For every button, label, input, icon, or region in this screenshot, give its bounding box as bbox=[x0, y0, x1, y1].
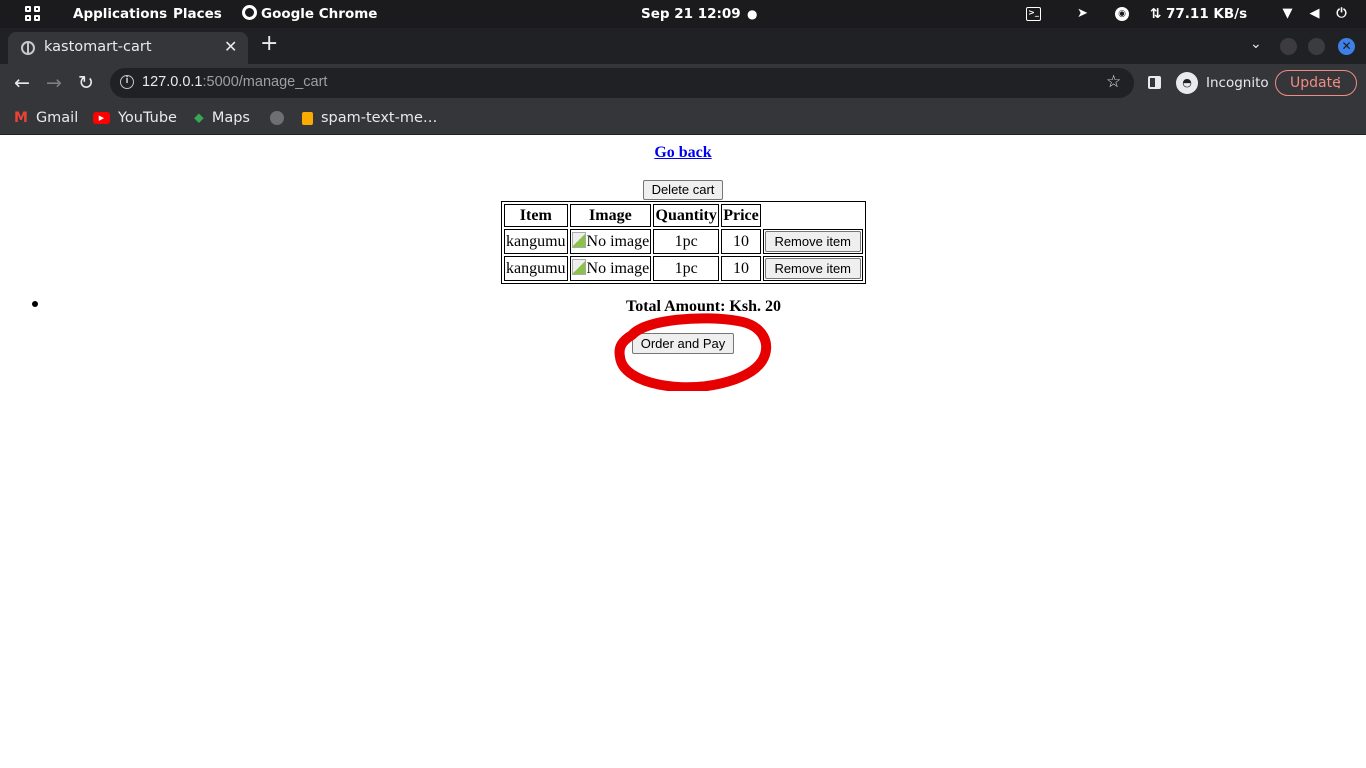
url-host: 127.0.0.1 bbox=[142, 74, 203, 90]
tab-close-icon[interactable]: ✕ bbox=[224, 37, 237, 56]
header-item: Item bbox=[504, 204, 568, 227]
remove-item-button[interactable]: Remove item bbox=[764, 231, 861, 252]
page-content: Go back Delete cart Item Image Quantity … bbox=[0, 136, 1366, 768]
cell-image: No image bbox=[569, 229, 652, 254]
clock[interactable]: Sep 21 12:09 bbox=[641, 0, 741, 28]
globe-icon bbox=[21, 41, 35, 55]
tab-title: kastomart-cart bbox=[44, 39, 152, 55]
bookmark-blank[interactable] bbox=[270, 108, 292, 128]
incognito-icon: ◓ bbox=[1176, 72, 1198, 94]
cell-item: kangumu bbox=[504, 229, 568, 254]
broken-image: No image bbox=[572, 232, 650, 251]
forward-arrow-icon[interactable]: → bbox=[43, 72, 65, 94]
telegram-icon[interactable]: ➤ bbox=[1075, 7, 1090, 21]
incognito-label: Incognito bbox=[1206, 75, 1269, 91]
go-back-heading: Go back bbox=[0, 144, 1366, 162]
active-app-label: Google Chrome bbox=[261, 6, 378, 22]
delete-cart-button[interactable]: Delete cart bbox=[643, 180, 723, 200]
power-icon[interactable]: ⏻ bbox=[1334, 7, 1349, 21]
cell-item: kangumu bbox=[504, 256, 568, 281]
bookmarks-bar: M Gmail ▶ YouTube ⬥ Maps spam-text-me… bbox=[0, 102, 1366, 135]
wifi-icon[interactable]: ▼ bbox=[1280, 7, 1295, 21]
bookmark-star-icon[interactable]: ☆ bbox=[1106, 72, 1121, 92]
total-amount: Total Amount: Ksh. 20 bbox=[626, 298, 781, 315]
cart-table: Item Image Quantity Price kangumu No ima… bbox=[501, 201, 866, 284]
url-path: :5000/manage_cart bbox=[202, 74, 328, 90]
places-menu[interactable]: Places bbox=[173, 0, 222, 28]
tab-strip: kastomart-cart ✕ ⌄ ✕ bbox=[0, 28, 1366, 64]
bookmark-icon bbox=[302, 111, 313, 125]
header-price: Price bbox=[721, 204, 761, 227]
applications-menu[interactable]: Applications bbox=[73, 0, 167, 28]
header-empty bbox=[763, 204, 863, 227]
bookmark-maps[interactable]: ⬥ Maps bbox=[194, 108, 250, 128]
gmail-icon: M bbox=[14, 110, 28, 126]
back-arrow-icon[interactable]: ← bbox=[11, 72, 33, 94]
header-image: Image bbox=[569, 204, 652, 227]
reload-icon[interactable]: ↻ bbox=[75, 72, 97, 94]
system-top-bar: Applications Places Google Chrome Sep 21… bbox=[0, 0, 1366, 28]
notification-dot-icon: ● bbox=[747, 7, 758, 21]
cell-action: Remove item bbox=[762, 229, 863, 254]
go-back-link[interactable]: Go back bbox=[654, 144, 711, 161]
list-bullet bbox=[32, 301, 38, 307]
table-row: kangumu No image 1pc 10 Remove item bbox=[504, 229, 863, 254]
volume-icon[interactable]: ◀ bbox=[1307, 7, 1322, 21]
globe-icon bbox=[270, 111, 284, 125]
bookmark-gmail[interactable]: M Gmail bbox=[14, 108, 78, 128]
broken-image: No image bbox=[572, 259, 650, 278]
side-panel-icon[interactable] bbox=[1148, 76, 1161, 89]
header-quantity: Quantity bbox=[653, 204, 720, 227]
cell-price: 10 bbox=[721, 256, 761, 281]
youtube-icon: ▶ bbox=[93, 112, 110, 124]
chrome-icon bbox=[242, 5, 257, 20]
bookmark-spam-text[interactable]: spam-text-me… bbox=[302, 108, 437, 128]
maps-icon: ⬥ bbox=[194, 110, 204, 126]
order-and-pay-button[interactable]: Order and Pay bbox=[632, 333, 734, 354]
table-header-row: Item Image Quantity Price bbox=[504, 204, 863, 227]
url-text[interactable]: 127.0.0.1:5000/manage_cart bbox=[142, 74, 327, 90]
site-info-icon[interactable]: i bbox=[120, 75, 134, 89]
app-grid-icon[interactable] bbox=[25, 6, 41, 22]
more-menu-icon[interactable]: ⋮ bbox=[1332, 71, 1346, 95]
bookmark-youtube[interactable]: ▶ YouTube bbox=[93, 108, 177, 128]
cell-action: Remove item bbox=[762, 256, 863, 281]
bookmark-label: Maps bbox=[211, 110, 250, 126]
remove-item-button[interactable]: Remove item bbox=[764, 258, 861, 279]
cell-price: 10 bbox=[721, 229, 761, 254]
cell-quantity: 1pc bbox=[653, 256, 720, 281]
bookmark-label: spam-text-me… bbox=[321, 110, 438, 126]
cell-image: No image bbox=[569, 256, 652, 281]
media-icon[interactable]: ◉ bbox=[1115, 7, 1129, 21]
bookmark-label: Gmail bbox=[35, 110, 79, 126]
tab-kastomart-cart[interactable]: kastomart-cart ✕ bbox=[8, 32, 248, 64]
network-speed: ⇅ 77.11 KB/s bbox=[1150, 6, 1248, 22]
window-close-button[interactable]: ✕ bbox=[1338, 38, 1355, 55]
maximize-button[interactable] bbox=[1308, 38, 1325, 55]
cell-quantity: 1pc bbox=[653, 229, 720, 254]
active-app-menu[interactable]: Google Chrome bbox=[242, 0, 377, 28]
new-tab-plus-icon[interactable]: + bbox=[260, 33, 278, 55]
update-button[interactable]: Update ⋮ bbox=[1275, 70, 1357, 96]
address-bar[interactable]: i 127.0.0.1:5000/manage_cart ☆ bbox=[110, 68, 1134, 98]
table-row: kangumu No image 1pc 10 Remove item bbox=[504, 256, 863, 281]
minimize-button[interactable] bbox=[1280, 38, 1297, 55]
tab-search-chevron-icon[interactable]: ⌄ bbox=[1250, 36, 1262, 52]
browser-toolbar: ← → ↻ i 127.0.0.1:5000/manage_cart ☆ ◓ I… bbox=[0, 64, 1366, 102]
terminal-icon[interactable]: >_ bbox=[1026, 7, 1041, 21]
bookmark-label: YouTube bbox=[118, 110, 177, 126]
